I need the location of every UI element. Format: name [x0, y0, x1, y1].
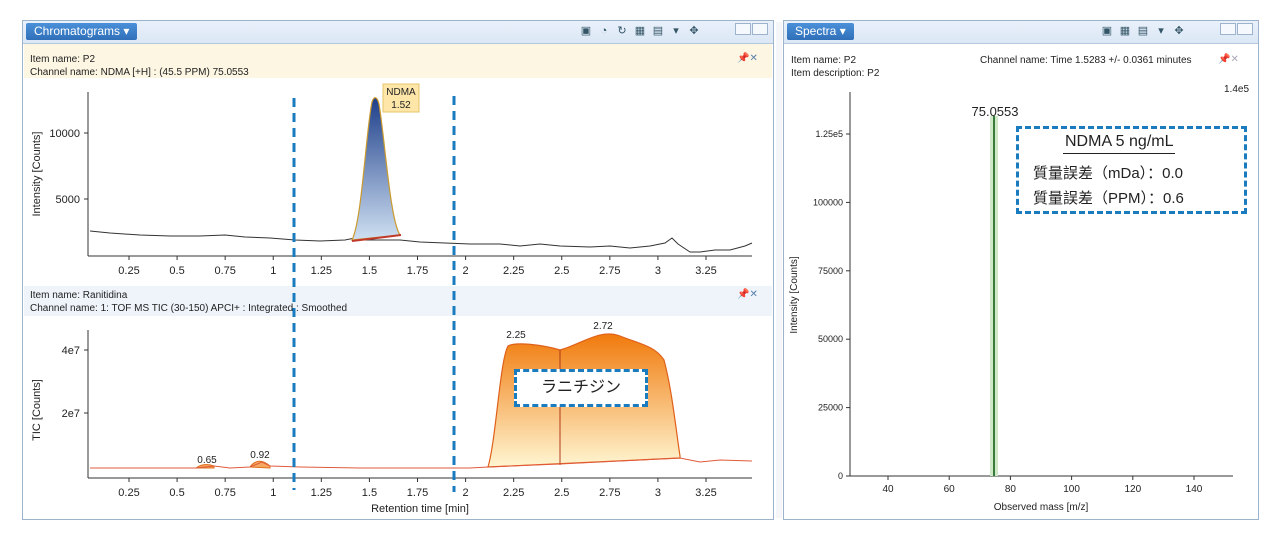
spectra-y-ticks: 1.25e5 100000 75000 50000 25000 0 — [813, 129, 850, 481]
x-tick-label: 3 — [655, 487, 661, 499]
tic-peak-label-2-25: 2.25 — [506, 330, 526, 341]
spectra-x-tick-label: 120 — [1124, 484, 1141, 495]
x-tick-label: 1.25 — [311, 265, 332, 277]
x-tick-label: 3 — [655, 265, 661, 277]
spectra-y-tick-label: 0 — [838, 471, 843, 481]
x-tick-label: 2 — [463, 487, 469, 499]
x-tick-label: 0.75 — [214, 487, 235, 499]
tic-baseline-trace — [90, 461, 489, 469]
x-tick-label: 0.25 — [118, 487, 139, 499]
spectrum-chart: 1.25e5 100000 75000 50000 25000 0 40 60 80 100 12… — [789, 92, 1233, 513]
x-tick-label: 1.75 — [407, 265, 428, 277]
x-tick-label: 1.25 — [311, 487, 332, 499]
spectrum-peak-label: 75.0553 — [972, 104, 1019, 119]
spectra-y-tick-label: 75000 — [818, 266, 843, 276]
bottom-x-ticks: 0.25 0.5 0.75 1 1.25 1.5 1.75 2 2.25 2.5 2.75 3 3.25 — [118, 478, 717, 499]
spectra-y-tick-label: 50000 — [818, 334, 843, 344]
ndma-peak-area — [350, 97, 402, 241]
ndma-callout-title: NDMA 5 ng/mL — [1063, 133, 1176, 154]
tic-peak-label-0-92: 0.92 — [250, 450, 270, 461]
ndma-peak-label: NDMA — [386, 87, 416, 98]
x-tick-label: 2 — [463, 265, 469, 277]
x-tick-label: 3.25 — [695, 265, 716, 277]
panel-splitter[interactable] — [776, 22, 782, 518]
spectra-x-ticks: 40 60 80 100 120 140 — [882, 476, 1203, 495]
ndma-peak-time: 1.52 — [391, 100, 411, 111]
x-tick-label: 1 — [270, 487, 276, 499]
ndma-callout: NDMA 5 ng/mL 質量誤差（mDa）：0.0 質量誤差（PPM）：0.6 — [1016, 126, 1247, 214]
top-ytick-label: 10000 — [49, 128, 80, 140]
spectra-x-tick-label: 100 — [1063, 484, 1080, 495]
bottom-y-axis-label: TIC [Counts] — [31, 379, 43, 441]
x-tick-label: 1.5 — [362, 487, 377, 499]
x-tick-label: 2.25 — [503, 487, 524, 499]
ndma-callout-mda: 質量誤差（mDa）：0.0 — [1033, 165, 1184, 182]
x-tick-label: 2.5 — [554, 487, 569, 499]
x-tick-label: 2.75 — [599, 487, 620, 499]
x-tick-label: 0.5 — [169, 265, 184, 277]
top-y-axis-label: Intensity [Counts] — [31, 132, 43, 217]
x-tick-label: 2.25 — [503, 265, 524, 277]
x-tick-label: 0.75 — [214, 265, 235, 277]
top-chromatogram-trace — [89, 230, 753, 253]
bottom-ytick-label: 4e7 — [62, 345, 80, 357]
spectra-x-tick-label: 60 — [944, 484, 956, 495]
x-tick-label: 1.5 — [362, 265, 377, 277]
top-x-ticks: 0.25 0.5 0.75 1 1.25 1.5 1.75 2 2.25 2.5 2.75 3 3.25 — [118, 256, 717, 277]
spectra-y-tick-label: 100000 — [813, 197, 843, 207]
ranitidine-callout: ラニチジン — [514, 369, 648, 407]
chromatogram-charts: 10000 5000 Intensity [Counts] NDMA 1.52 … — [31, 83, 753, 515]
x-tick-label: 1 — [270, 265, 276, 277]
spectra-y-tick-label: 1.25e5 — [815, 129, 843, 139]
x-tick-label: 3.25 — [695, 487, 716, 499]
top-ytick-label: 5000 — [56, 194, 80, 206]
ranitidine-callout-text: ラニチジン — [540, 379, 621, 396]
x-tick-label: 0.5 — [169, 487, 184, 499]
tic-peak-label-2-72: 2.72 — [593, 321, 613, 332]
x-axis-label: Retention time [min] — [371, 503, 469, 515]
spectra-x-tick-label: 80 — [1005, 484, 1017, 495]
spectra-x-tick-label: 40 — [882, 484, 894, 495]
x-tick-label: 2.75 — [599, 265, 620, 277]
x-tick-label: 2.5 — [554, 265, 569, 277]
x-tick-label: 0.25 — [118, 265, 139, 277]
bottom-ytick-label: 2e7 — [62, 408, 80, 420]
spectra-x-axis-label: Observed mass [m/z] — [994, 502, 1089, 513]
tic-peak-label-0-65: 0.65 — [197, 455, 217, 466]
x-tick-label: 1.75 — [407, 487, 428, 499]
ndma-callout-ppm: 質量誤差（PPM）：0.6 — [1033, 190, 1184, 207]
spectra-x-tick-label: 140 — [1186, 484, 1203, 495]
spectra-y-axis-label: Intensity [Counts] — [789, 256, 800, 333]
spectra-y-tick-label: 25000 — [818, 403, 843, 413]
